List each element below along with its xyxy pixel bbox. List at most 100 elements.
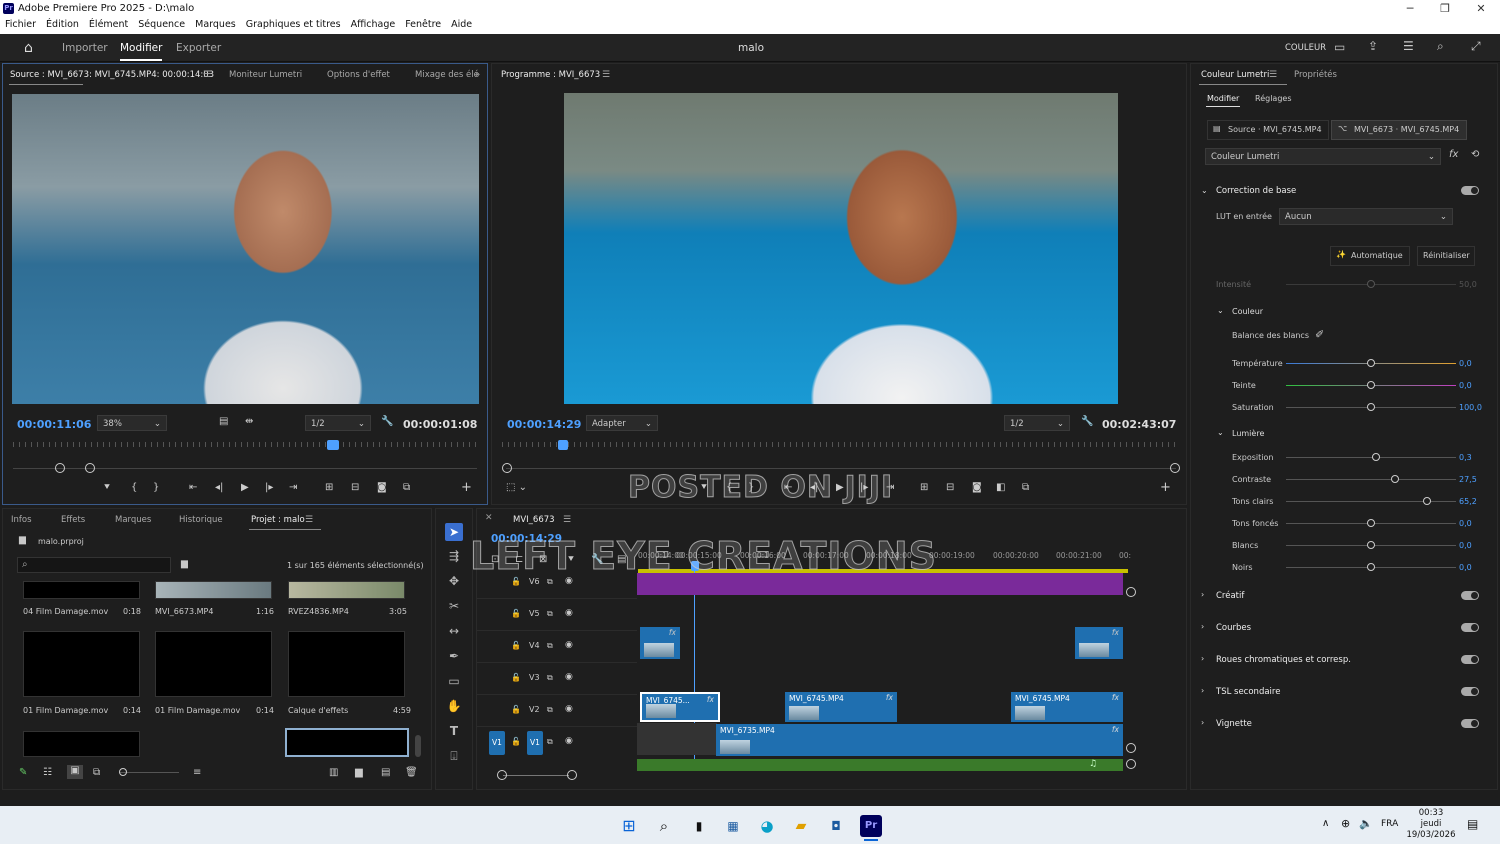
program-video-frame[interactable] [564, 93, 1118, 404]
edge-browser-icon[interactable]: ◕ [756, 815, 778, 837]
timeline-zoom-right[interactable] [567, 770, 577, 780]
menu-element[interactable]: Élément [84, 17, 133, 30]
clip-v2-selected[interactable]: MVI_6745... fx [640, 692, 720, 722]
audio-track-a1[interactable] [637, 759, 1123, 771]
thumbnail-size-knob[interactable] [119, 768, 127, 776]
subtab-modifier[interactable]: Modifier [1207, 94, 1239, 103]
section-courbes[interactable]: Courbes [1216, 623, 1251, 633]
clip-v2-middle[interactable]: MVI_6745.MP4 fx [785, 692, 897, 722]
program-zoom-handle-left[interactable] [502, 463, 512, 473]
intensity-slider[interactable] [1286, 280, 1456, 288]
tab-exporter[interactable]: Exporter [176, 42, 221, 54]
lock-icon[interactable]: 🔓 [511, 673, 521, 682]
project-item-name[interactable]: 04 Film Damage.mov [23, 607, 108, 616]
v1-gap[interactable] [637, 723, 717, 755]
menu-affichage[interactable]: Affichage [346, 17, 401, 30]
share-icon[interactable]: ⇪ [1368, 39, 1378, 53]
project-item-thumb[interactable] [23, 631, 140, 697]
section-chevron-icon[interactable]: › [1201, 622, 1204, 631]
notifications-icon[interactable]: ▤ [1467, 817, 1478, 831]
track-label-v2[interactable]: V2 [529, 705, 540, 714]
light-param-value[interactable]: 65,2 [1459, 497, 1477, 506]
export-frame-icon[interactable]: ◙ [377, 482, 387, 493]
section-vignette[interactable]: Vignette [1216, 719, 1252, 729]
source-video-frame[interactable] [12, 94, 479, 404]
program-time-ruler[interactable] [502, 442, 1176, 447]
program-zoom-handle-right[interactable] [1170, 463, 1180, 473]
light-param-knob[interactable] [1390, 475, 1399, 483]
sync-lock-icon[interactable]: ⧉ [547, 609, 553, 619]
eye-icon[interactable]: ◉ [565, 704, 573, 714]
eyedropper-icon[interactable]: ✐ [1315, 328, 1324, 341]
home-icon[interactable]: ⌂ [24, 40, 33, 56]
sequence-menu-icon[interactable]: ☰ [563, 515, 571, 525]
lut-select[interactable]: Aucun ⌄ [1279, 208, 1453, 225]
menu-edition[interactable]: Édition [41, 17, 84, 30]
project-item-name[interactable]: MVI_6673.MP4 [155, 607, 213, 616]
razor-tool-icon[interactable]: ✂ [445, 597, 463, 615]
insert-icon[interactable]: ⊞ [325, 482, 333, 493]
reset-button[interactable]: Réinitialiser [1417, 246, 1475, 266]
subsection-couleur[interactable]: Couleur [1232, 307, 1263, 316]
selection-tool-icon[interactable]: ➤ [445, 523, 463, 541]
comparison-icon[interactable]: ◧ [996, 482, 1005, 493]
color-param-slider[interactable] [1286, 359, 1456, 367]
tab-lumetri-monitor[interactable]: Moniteur Lumetri [229, 70, 302, 80]
mark-in-icon[interactable]: { [131, 482, 137, 493]
project-item-thumb[interactable] [23, 581, 140, 599]
store-icon[interactable]: ◘ [825, 815, 847, 837]
menu-fichier[interactable]: Fichier [0, 17, 41, 30]
light-param-slider[interactable] [1286, 563, 1456, 571]
close-button[interactable]: ✕ [1463, 0, 1499, 17]
drag-video-icon[interactable]: ⇹ [245, 416, 253, 427]
windows-start-icon[interactable]: ⊞ [618, 815, 640, 837]
light-param-knob[interactable] [1372, 453, 1381, 461]
program-settings-icon[interactable]: 🔧 [1081, 416, 1093, 427]
tab-historique[interactable]: Historique [179, 515, 223, 525]
tab-importer[interactable]: Importer [62, 42, 108, 54]
language-indicator[interactable]: FRA [1381, 819, 1398, 829]
subtab-reglages[interactable]: Réglages [1255, 94, 1292, 103]
tab-effets[interactable]: Effets [61, 515, 85, 525]
play-icon[interactable]: ▶ [241, 482, 249, 493]
automate-icon[interactable]: ▥ [329, 767, 338, 778]
project-item-thumb[interactable] [155, 581, 272, 599]
light-param-slider[interactable] [1286, 497, 1456, 505]
thumbnail-size-slider[interactable] [119, 772, 179, 773]
section-chevron-icon[interactable]: › [1201, 590, 1204, 599]
vertical-scroll-bottom[interactable] [1126, 743, 1136, 753]
source-timecode[interactable]: 00:00:11:06 [17, 418, 91, 431]
light-param-value[interactable]: 0,0 [1459, 563, 1472, 572]
project-item-thumb[interactable] [288, 631, 405, 697]
source-zoom-handle-left[interactable] [55, 463, 65, 473]
color-param-slider[interactable] [1286, 403, 1456, 411]
project-search-input[interactable]: ⌕ [17, 557, 171, 573]
color-param-knob[interactable] [1367, 381, 1375, 389]
list-view-icon[interactable]: ☷ [43, 767, 52, 778]
freeform-view-icon[interactable]: ⧉ [93, 767, 100, 778]
program-resolution-select[interactable]: 1/2 ⌄ [1004, 415, 1070, 431]
program-playhead[interactable] [558, 440, 568, 450]
maximize-button[interactable]: ❐ [1427, 0, 1463, 17]
eye-icon[interactable]: ◉ [565, 672, 573, 682]
search-icon[interactable]: ⌕ [1437, 39, 1444, 54]
tab-proprietes[interactable]: Propriétés [1294, 70, 1337, 80]
source-patch-v1[interactable]: V1 [489, 731, 505, 755]
light-param-value[interactable]: 0,0 [1459, 541, 1472, 550]
minimize-button[interactable]: ─ [1392, 0, 1428, 17]
tsl-toggle[interactable] [1461, 687, 1479, 696]
section-chevron-icon[interactable]: › [1201, 718, 1204, 727]
lock-icon[interactable]: 🔓 [511, 577, 521, 586]
program-zoom-bar[interactable] [506, 468, 1176, 469]
light-param-value[interactable]: 0,0 [1459, 519, 1472, 528]
vignette-toggle[interactable] [1461, 719, 1479, 728]
settings-wrench-icon[interactable]: 🔧 [381, 416, 393, 427]
reset-effect-icon[interactable]: ⟲ [1471, 149, 1479, 160]
light-param-knob[interactable] [1423, 497, 1432, 505]
add-marker-icon[interactable]: ⯆ [103, 482, 111, 493]
section-chevron-icon[interactable]: › [1201, 654, 1204, 663]
clip-v1-main[interactable]: MVI_6735.MP4 fx [716, 724, 1123, 756]
light-param-slider[interactable] [1286, 475, 1456, 483]
lock-icon[interactable]: 🔓 [511, 641, 521, 650]
program-export-frame-icon[interactable]: ◙ [972, 482, 982, 493]
